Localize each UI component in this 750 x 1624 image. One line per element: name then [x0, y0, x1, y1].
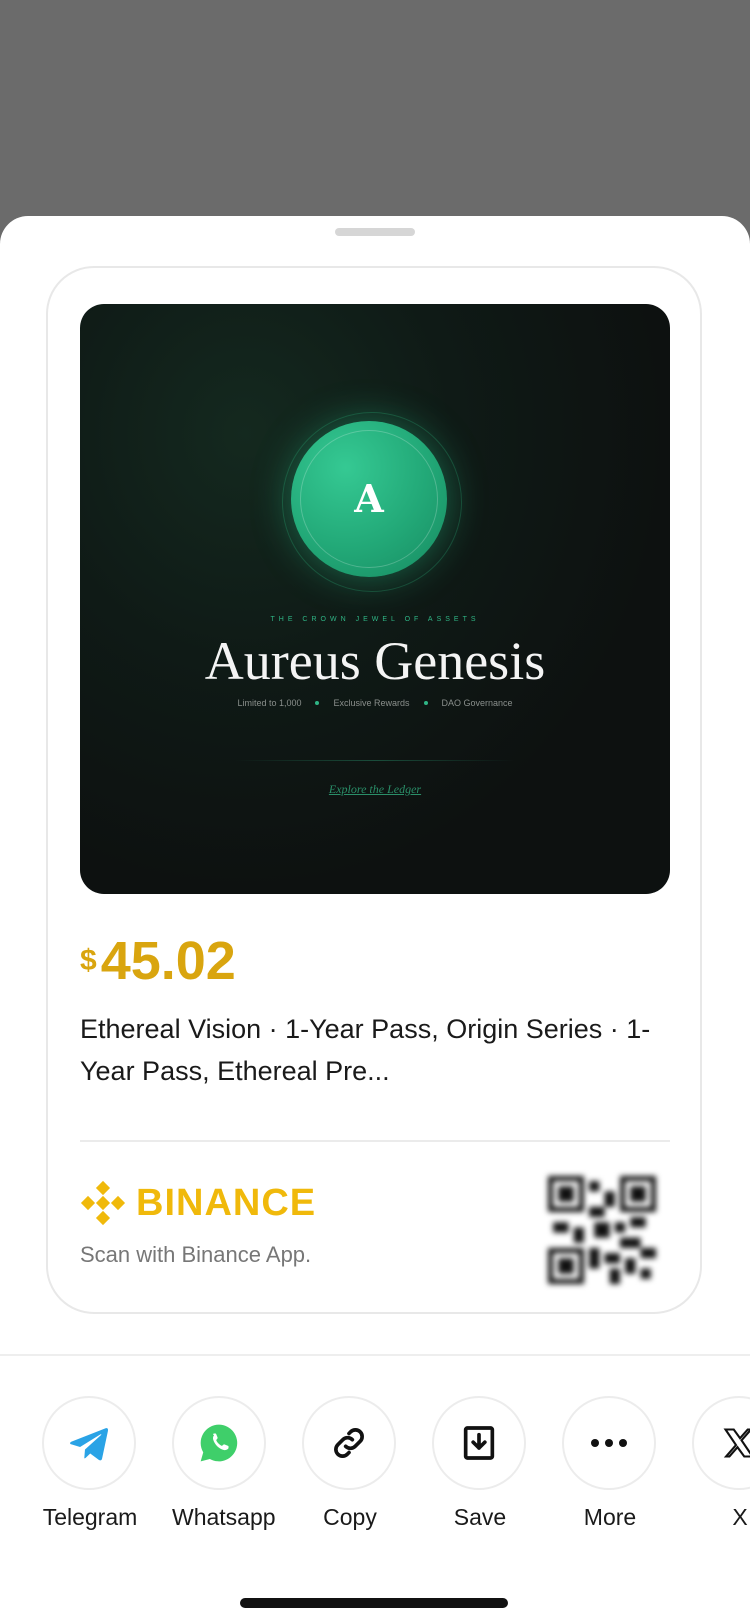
feature-item: Exclusive Rewards [333, 698, 410, 708]
share-more[interactable]: More [562, 1396, 658, 1531]
feature-item: Limited to 1,000 [237, 698, 302, 708]
price-amount: 45.02 [100, 931, 236, 991]
feature-dot [423, 701, 428, 705]
share-copy[interactable]: Copy [302, 1396, 398, 1531]
share-card: A THE CROWN JEWEL OF ASSETS Aureus Genes… [46, 266, 702, 1314]
banner-tagline: THE CROWN JEWEL OF ASSETS [270, 616, 480, 623]
nft-banner-image: A THE CROWN JEWEL OF ASSETS Aureus Genes… [80, 304, 670, 894]
price-currency: $ [80, 944, 97, 977]
share-save[interactable]: Save [432, 1396, 528, 1531]
share-whatsapp[interactable]: Whatsapp [172, 1396, 276, 1531]
share-label: Whatsapp [172, 1504, 276, 1530]
link-icon [334, 1428, 364, 1458]
coin-emblem: A [291, 421, 447, 577]
qr-code [548, 1176, 656, 1284]
home-indicator [240, 1598, 508, 1608]
more-icon [591, 1439, 627, 1447]
sheet-grabber[interactable] [335, 228, 415, 236]
price: $45.02 [80, 930, 236, 992]
share-label: More [583, 1504, 637, 1530]
coin-letter: A [354, 476, 384, 521]
binance-brand: BINANCE [80, 1180, 316, 1226]
x-icon [723, 1428, 750, 1458]
card-divider [80, 1140, 670, 1142]
share-label: X [732, 1504, 748, 1530]
feature-item: DAO Governance [441, 698, 513, 708]
share-label: Save [453, 1504, 507, 1530]
banner-features: Limited to 1,000 Exclusive Rewards DAO G… [80, 698, 670, 708]
whatsapp-icon [200, 1424, 238, 1462]
product-description: Ethereal Vision · 1-Year Pass, Origin Se… [80, 1014, 651, 1086]
share-label: Copy [323, 1504, 377, 1530]
feature-dot [315, 701, 320, 705]
share-label: Telegram [42, 1504, 138, 1530]
share-bar-divider [0, 1354, 750, 1356]
banner-rule [235, 760, 515, 761]
share-sheet: A THE CROWN JEWEL OF ASSETS Aureus Genes… [0, 216, 750, 1624]
scan-hint: Scan with Binance App. [80, 1242, 312, 1267]
download-icon [463, 1426, 495, 1460]
binance-logo-icon [80, 1180, 126, 1226]
binance-wordmark: BINANCE [136, 1181, 317, 1224]
share-x[interactable]: X [692, 1396, 750, 1531]
share-telegram[interactable]: Telegram [42, 1396, 138, 1531]
explore-link: Explore the Ledger [328, 782, 422, 796]
banner-title: Aureus Genesis [204, 631, 546, 691]
telegram-icon [70, 1428, 109, 1461]
